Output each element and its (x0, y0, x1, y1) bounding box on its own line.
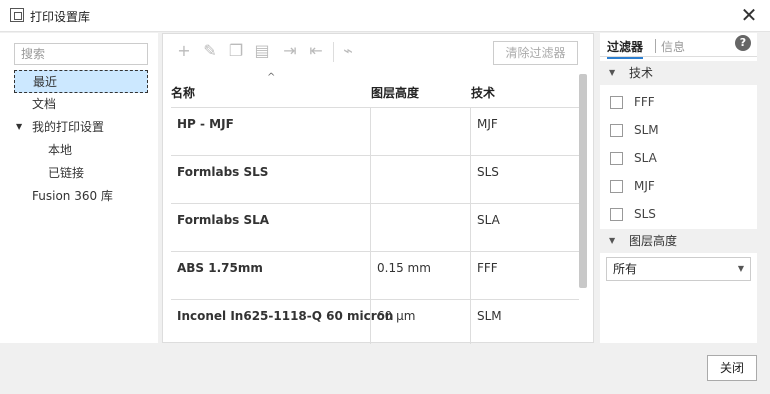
filter-option[interactable]: FFF (600, 89, 757, 117)
cell-layer-height: 0.15 mm (377, 261, 431, 275)
technology-section-header[interactable]: ▼ 技术 (600, 61, 757, 85)
close-button[interactable]: 关闭 (707, 355, 757, 381)
cell-name: HP - MJF (177, 117, 234, 131)
filter-label: FFF (634, 95, 655, 109)
filter-tabs: 过滤器 信息 ? (600, 33, 757, 59)
collapse-triangle-icon: ▼ (609, 68, 616, 77)
close-icon[interactable]: ✕ (738, 4, 760, 26)
clean-icon[interactable]: ⌁ (339, 42, 357, 60)
sort-ascending-icon[interactable]: ^ (267, 72, 275, 83)
column-header-name[interactable]: 名称 (171, 84, 195, 101)
import-icon[interactable]: ⇥ (281, 42, 299, 60)
help-icon[interactable]: ? (735, 35, 751, 51)
tree-item-recent[interactable]: 最近 (14, 70, 148, 93)
expand-caret-icon[interactable]: ▼ (16, 116, 22, 138)
library-tree: 最近 文档 ▼ 我的打印设置 本地 已链接 Fusion 360 库 (14, 70, 148, 208)
section-title: 图层高度 (629, 234, 678, 248)
cell-name: Formlabs SLS (177, 165, 269, 179)
cell-name: Inconel In625-1118-Q 60 micron (177, 309, 394, 323)
vertical-scrollbar[interactable] (579, 74, 587, 288)
add-icon[interactable]: + (175, 42, 193, 60)
filter-label: SLM (634, 123, 659, 137)
column-header-technology[interactable]: 技术 (471, 84, 495, 101)
chevron-down-icon: ▼ (737, 264, 744, 273)
filter-option[interactable]: SLA (600, 145, 757, 173)
cell-technology: SLA (477, 213, 500, 227)
filter-option[interactable]: MJF (600, 173, 757, 201)
library-tree-panel: 最近 文档 ▼ 我的打印设置 本地 已链接 Fusion 360 库 (0, 33, 158, 343)
table-row[interactable]: ABS 1.75mm 0.15 mm FFF (171, 252, 579, 300)
print-settings-table: ^ 名称 图层高度 技术 HP - MJF MJF Formlabs SLS S… (171, 72, 579, 348)
tree-item-documents[interactable]: 文档 (14, 93, 148, 116)
select-value: 所有 (613, 262, 638, 276)
filter-panel: 过滤器 信息 ? ▼ 技术 FFF SLM SLA MJF SLS ▼ 图层高度… (600, 33, 757, 343)
clear-filters-button[interactable]: 清除过滤器 (493, 41, 578, 65)
print-settings-list-panel: + ✎ ❐ ▤ ⇥ ⇤ ⌁ 清除过滤器 ^ 名称 图层高度 技术 HP - MJ… (162, 33, 594, 344)
tree-item-label: Fusion 360 库 (32, 189, 113, 203)
checkbox[interactable] (610, 180, 623, 193)
search-input[interactable] (14, 43, 148, 65)
toolbar-separator (333, 42, 334, 62)
tree-item-label: 我的打印设置 (32, 120, 105, 134)
layer-height-section-header[interactable]: ▼ 图层高度 (600, 229, 757, 253)
window-title: 打印设置库 (30, 10, 91, 24)
table-row[interactable]: Inconel In625-1118-Q 60 micron 60 μm SLM (171, 300, 579, 348)
cell-technology: SLM (477, 309, 502, 323)
collapse-triangle-icon: ▼ (609, 236, 616, 245)
table-header: ^ 名称 图层高度 技术 (171, 72, 579, 108)
cell-technology: FFF (477, 261, 498, 275)
tree-item-fusion-library[interactable]: Fusion 360 库 (14, 185, 148, 208)
tree-item-label: 本地 (48, 143, 73, 157)
cell-technology: MJF (477, 117, 498, 131)
tab-filter[interactable]: 过滤器 (607, 38, 644, 59)
export-icon[interactable]: ⇤ (307, 42, 325, 60)
paste-icon[interactable]: ▤ (253, 42, 271, 60)
column-header-layer-height[interactable]: 图层高度 (371, 84, 419, 101)
technology-filter-list: FFF SLM SLA MJF SLS (600, 85, 757, 229)
layer-height-select[interactable]: 所有 ▼ (606, 257, 751, 281)
section-title: 技术 (629, 66, 654, 80)
filter-label: SLS (634, 207, 656, 221)
cell-layer-height: 60 μm (377, 309, 416, 323)
column-divider (470, 108, 471, 344)
tab-info[interactable]: 信息 (661, 38, 685, 55)
checkbox[interactable] (610, 124, 623, 137)
filter-label: MJF (634, 179, 655, 193)
tree-item-local[interactable]: 本地 (14, 139, 148, 162)
tree-item-label: 文档 (32, 97, 57, 111)
tree-item-linked[interactable]: 已链接 (14, 162, 148, 185)
filter-option[interactable]: SLS (600, 201, 757, 229)
tree-item-my-print-settings[interactable]: ▼ 我的打印设置 (14, 116, 148, 139)
table-row[interactable]: HP - MJF MJF (171, 108, 579, 156)
checkbox[interactable] (610, 208, 623, 221)
column-divider (370, 108, 371, 344)
cell-name: ABS 1.75mm (177, 261, 263, 275)
tree-item-label: 已链接 (48, 166, 85, 180)
filter-label: SLA (634, 151, 657, 165)
tree-item-label: 最近 (33, 75, 58, 89)
edit-icon[interactable]: ✎ (201, 42, 219, 60)
cell-name: Formlabs SLA (177, 213, 270, 227)
checkbox[interactable] (610, 152, 623, 165)
table-row[interactable]: Formlabs SLS SLS (171, 156, 579, 204)
filter-option[interactable]: SLM (600, 117, 757, 145)
layer-height-filter: 所有 ▼ (600, 253, 757, 287)
tab-separator (655, 39, 656, 53)
cell-technology: SLS (477, 165, 499, 179)
copy-icon[interactable]: ❐ (227, 42, 245, 60)
checkbox[interactable] (610, 96, 623, 109)
library-icon (10, 8, 24, 22)
title-bar: 打印设置库 ✕ (0, 0, 770, 32)
toolbar: + ✎ ❐ ▤ ⇥ ⇤ ⌁ 清除过滤器 (163, 34, 593, 68)
table-row[interactable]: Formlabs SLA SLA (171, 204, 579, 252)
